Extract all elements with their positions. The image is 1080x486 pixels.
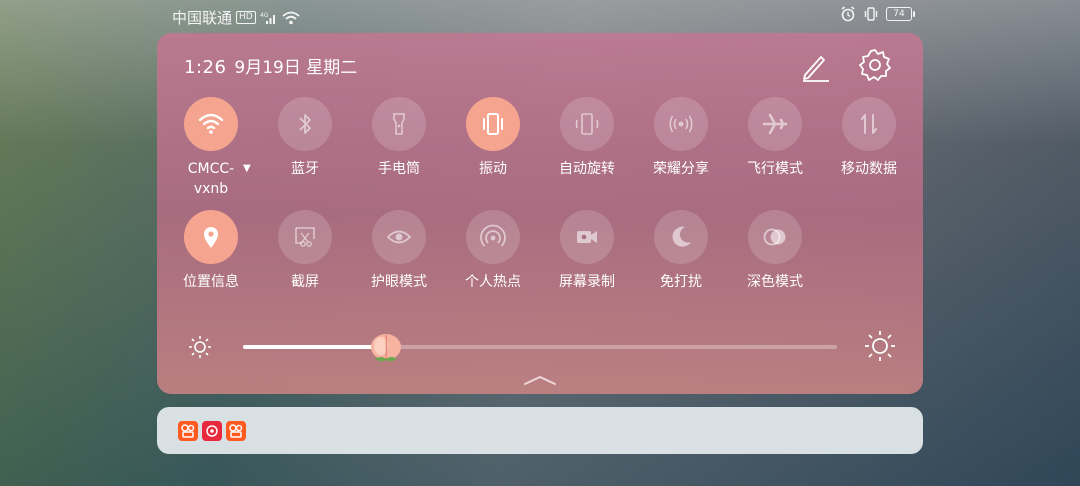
toggle-tile[interactable]: 荣耀分享 [641,97,721,207]
hotspot-icon [480,224,506,247]
panel-header: 1:26 9月19日 星期二 [184,53,357,78]
brightness-slider-fill [243,345,386,349]
location-icon [204,227,218,248]
toggle-button[interactable] [372,97,426,151]
toggle-label: 护眼模式 [371,274,427,290]
date-text: 9月19日 星期二 [234,58,358,78]
carrier-name: 中国联通 [172,9,233,27]
toggle-button[interactable] [466,97,520,151]
toggle-tile[interactable]: CMCC- vxnb ▼ [171,97,251,207]
airplane-icon [762,113,788,135]
toggle-tile[interactable]: 飞行模式 [735,97,815,207]
wifi-status-icon [282,11,300,24]
carrier-info: 中国联通 HD 4G [172,7,300,28]
notification-bar[interactable] [157,407,923,454]
dark-mode-icon [763,228,786,246]
alarm-icon [841,6,855,22]
toggle-label: 截屏 [291,274,319,290]
vibrate-status-icon [864,7,878,21]
peach-slider-handle-icon[interactable] [367,327,405,365]
wifi-dropdown-icon[interactable]: ▼ [243,163,251,174]
toggle-tile[interactable]: 自动旋转 [547,97,627,207]
edit-icon[interactable] [797,49,831,83]
brightness-low-icon [189,336,211,358]
toggle-tile[interactable]: 屏幕录制 [547,210,627,320]
toggle-button[interactable] [748,210,802,264]
toggle-button[interactable] [184,210,238,264]
toggle-button[interactable] [560,210,614,264]
signal-icon: 4G [260,12,275,24]
toggle-label: 免打扰 [660,274,702,290]
vibrate-icon [483,113,503,135]
hd-badge: HD [236,11,256,24]
status-bar: 中国联通 HD 4G 74 [0,0,1080,32]
toggle-tile[interactable]: 振动 [453,97,533,207]
toggle-label: 屏幕录制 [559,274,615,290]
toggle-button[interactable] [278,210,332,264]
toggle-button[interactable] [560,97,614,151]
toggle-button[interactable] [842,97,896,151]
toggle-tile[interactable]: 蓝牙 [265,97,345,207]
toggle-tile[interactable]: 免打扰 [641,210,721,320]
eye-icon [386,230,412,244]
toggle-label: 手电筒 [378,161,420,177]
toggle-button[interactable] [372,210,426,264]
wifi-icon [198,113,224,134]
toggle-tile[interactable]: 深色模式 [735,210,815,320]
toggle-tile[interactable]: 个人热点 [453,210,533,320]
toggle-label: 自动旋转 [559,161,615,177]
toggle-label: 振动 [479,161,507,177]
moon-icon [672,226,691,247]
toggle-tile[interactable]: 移动数据 [829,97,909,207]
auto-rotate-icon [575,113,599,135]
status-right: 74 [840,6,915,22]
toggle-tile[interactable]: 位置信息 [171,210,251,320]
clock-time: 1:26 [184,57,227,78]
settings-gear-icon[interactable] [857,47,893,83]
chevron-up-icon[interactable] [523,373,557,387]
toggle-tile[interactable]: 护眼模式 [359,210,439,320]
toggle-label: 位置信息 [183,274,239,290]
battery-indicator: 74 [886,7,915,21]
toggle-button[interactable] [654,97,708,151]
toggle-tile[interactable]: 手电筒 [359,97,439,207]
toggle-button[interactable] [654,210,708,264]
toggle-label: 飞行模式 [747,161,803,177]
bluetooth-icon [299,114,311,134]
toggle-button[interactable] [748,97,802,151]
kuaishou-icon[interactable] [178,421,198,441]
share-icon [669,115,693,133]
toggle-tile[interactable]: 截屏 [265,210,345,320]
screen-record-icon [577,231,597,243]
toggle-label: 深色模式 [747,274,803,290]
toggle-label: 个人热点 [465,274,521,290]
kuaishou-icon[interactable] [226,421,246,441]
toggle-button[interactable] [184,97,238,151]
quick-settings-panel: 1:26 9月19日 星期二 CMCC- vxnb ▼ 蓝牙 手电筒 振动 自动旋转 荣耀分… [157,33,923,394]
toggle-label: 移动数据 [841,161,897,177]
toggle-button[interactable] [466,210,520,264]
svg-text:4G: 4G [260,12,269,19]
toggle-button[interactable] [278,97,332,151]
live-app-icon[interactable] [202,421,222,441]
screenshot-icon [295,227,315,247]
brightness-slider[interactable] [243,334,837,362]
brightness-high-icon [865,331,895,361]
toggle-label: 蓝牙 [291,161,319,177]
mobile-data-icon [861,114,877,134]
flashlight-icon [393,113,405,135]
toggle-label: 荣耀分享 [653,161,709,177]
